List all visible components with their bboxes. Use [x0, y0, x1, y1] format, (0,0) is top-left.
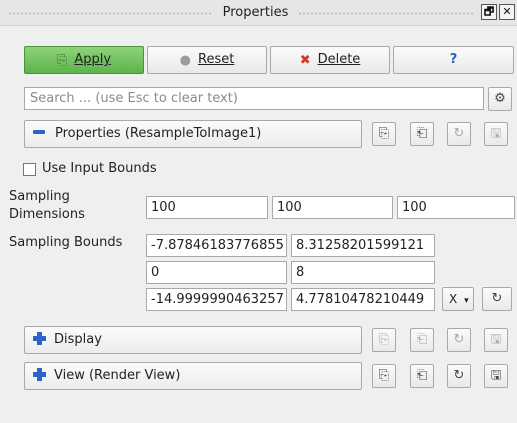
panel-titlebar: Properties 🗗 ✕: [0, 0, 517, 26]
expand-icon: [33, 332, 46, 345]
display-save-default-icon[interactable]: 🖫: [484, 328, 508, 352]
paste-icon[interactable]: ⎗: [410, 122, 434, 146]
sampling-bounds-x-max-field[interactable]: 8.31258201599121: [291, 234, 435, 257]
sampling-bounds-z-max-field[interactable]: 4.77810478210449: [291, 288, 435, 311]
titlebar-grip-right: [298, 12, 474, 15]
axis-dropdown[interactable]: X ▾: [442, 287, 474, 311]
sampling-dimension-z-field[interactable]: 100: [397, 196, 515, 219]
sampling-dimensions-label: Sampling Dimensions: [9, 189, 85, 222]
sampling-dimension-y-field[interactable]: 100: [272, 196, 393, 219]
apply-label: Apply: [74, 52, 112, 67]
display-restore-default-icon[interactable]: ↻: [447, 328, 471, 352]
properties-section-header[interactable]: Properties (ResampleToImage1): [24, 120, 362, 148]
chevron-down-icon: ▾: [464, 296, 469, 306]
sampling-bounds-label: Sampling Bounds: [9, 235, 123, 250]
display-paste-icon[interactable]: ⎗: [410, 328, 434, 352]
search-input[interactable]: Search ... (use Esc to clear text): [24, 87, 484, 110]
close-icon[interactable]: ✕: [499, 4, 515, 20]
display-copy-icon[interactable]: ⎘: [372, 328, 396, 352]
properties-section-label: Properties (ResampleToImage1): [55, 126, 262, 141]
sampling-bounds-x-min-field[interactable]: -7.87846183776855: [146, 234, 287, 257]
view-section-label: View (Render View): [54, 368, 181, 383]
sampling-dimension-x-field[interactable]: 100: [146, 196, 268, 219]
view-copy-icon[interactable]: ⎘: [372, 364, 396, 388]
display-section-label: Display: [54, 332, 102, 347]
delete-button[interactable]: ✖ Delete: [270, 46, 390, 74]
use-input-bounds-checkbox[interactable]: [23, 163, 36, 176]
view-restore-default-icon[interactable]: ↻: [447, 364, 471, 388]
reset-icon: ●: [179, 53, 191, 68]
save-default-icon[interactable]: 🖫: [484, 122, 508, 146]
use-input-bounds-label: Use Input Bounds: [42, 161, 157, 176]
sampling-bounds-y-max-field[interactable]: 8: [291, 261, 435, 284]
delete-icon: ✖: [299, 53, 311, 68]
view-section-header[interactable]: View (Render View): [24, 362, 362, 390]
reset-label: Reset: [198, 52, 235, 67]
view-save-default-icon[interactable]: 🖫: [484, 364, 508, 388]
expand-icon: [33, 368, 46, 381]
panel-title: Properties: [222, 5, 289, 20]
settings-icon[interactable]: ⚙: [488, 87, 512, 111]
display-section-header[interactable]: Display: [24, 326, 362, 354]
copy-icon[interactable]: ⎘: [372, 122, 396, 146]
help-button[interactable]: ?: [393, 46, 514, 74]
sampling-bounds-y-min-field[interactable]: 0: [146, 261, 287, 284]
titlebar-grip-left: [8, 12, 213, 15]
float-icon[interactable]: 🗗: [481, 4, 497, 20]
reset-button[interactable]: ● Reset: [147, 46, 267, 74]
reset-bounds-icon[interactable]: ↻: [482, 287, 512, 311]
axis-dropdown-value: X: [449, 292, 458, 306]
apply-button[interactable]: ⎘ Apply: [24, 46, 144, 74]
delete-label: Delete: [317, 52, 361, 67]
apply-icon: ⎘: [56, 53, 68, 68]
restore-default-icon[interactable]: ↻: [447, 122, 471, 146]
sampling-bounds-z-min-field[interactable]: -14.9999990463257: [146, 288, 287, 311]
view-paste-icon[interactable]: ⎗: [410, 364, 434, 388]
collapse-icon: [33, 130, 45, 134]
